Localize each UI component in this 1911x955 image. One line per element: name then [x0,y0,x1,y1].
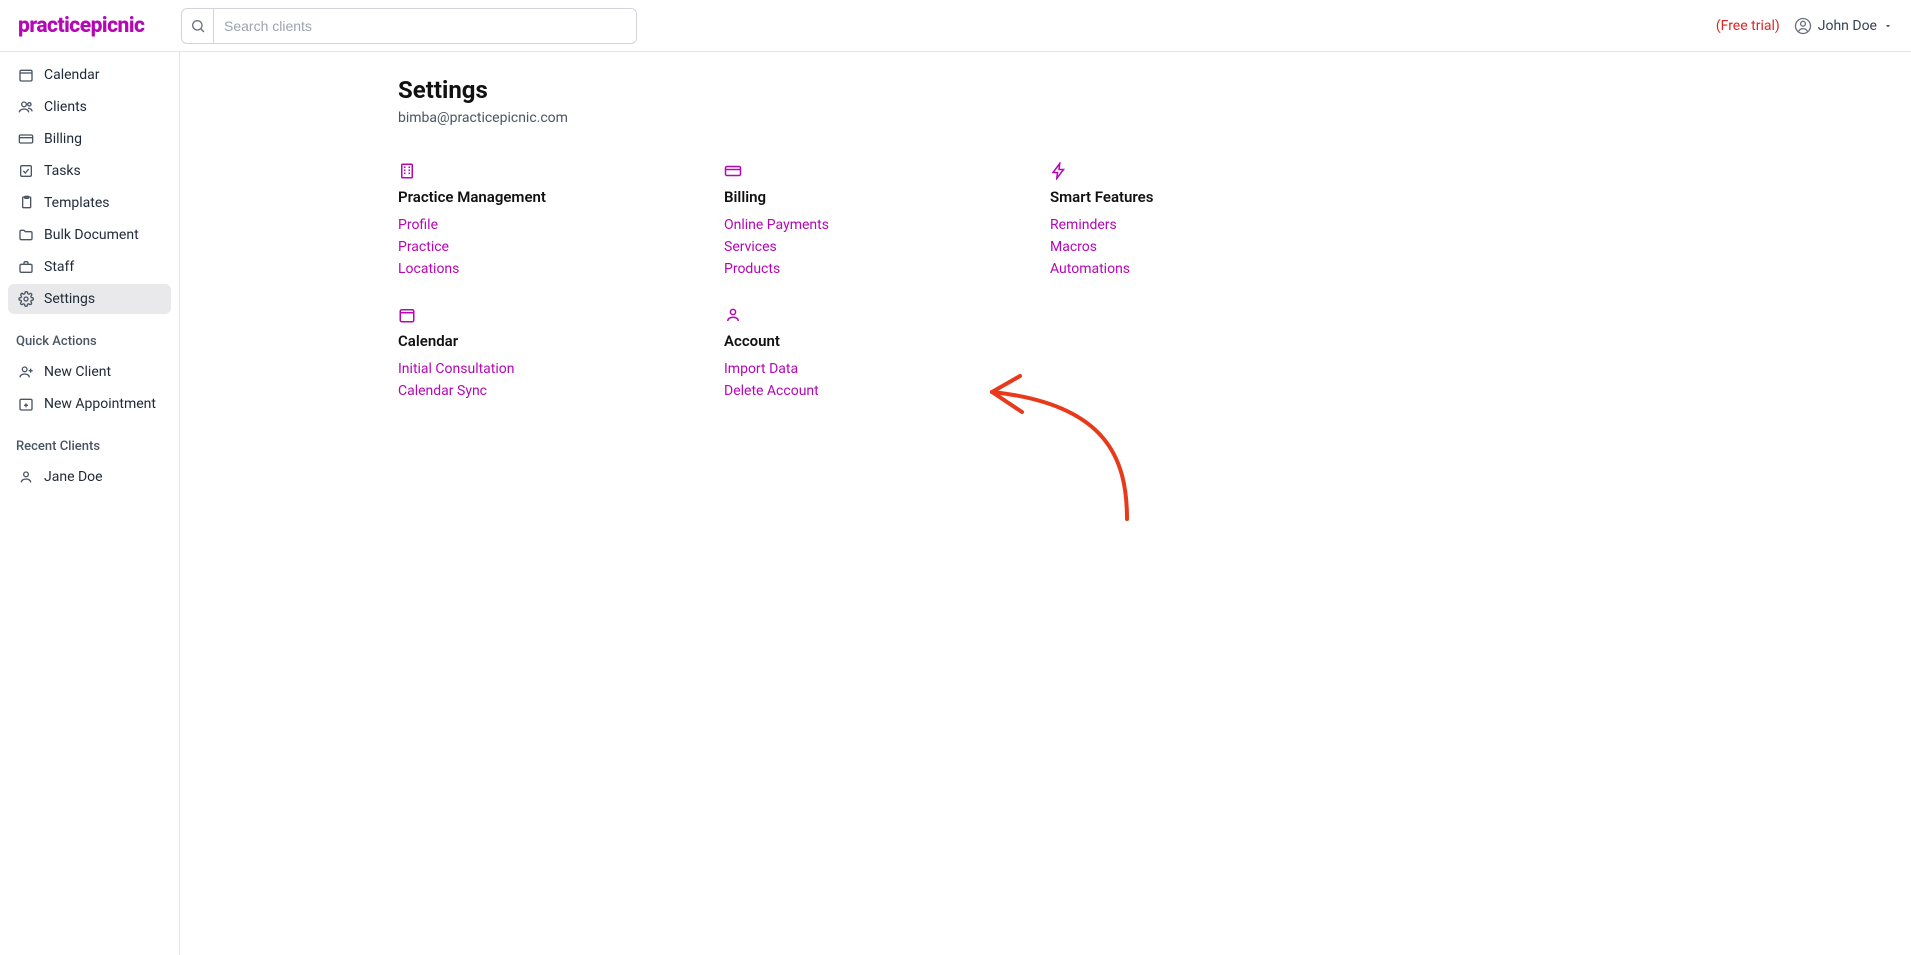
settings-link-practice[interactable]: Practice [398,236,724,258]
quick-actions-label: Quick Actions [8,316,171,355]
billing-icon [18,131,34,147]
recent-clients-label: Recent Clients [8,421,171,460]
settings-link-locations[interactable]: Locations [398,258,724,280]
sidebar: Calendar Clients Billing Tasks Templates… [0,52,180,955]
sidebar-item-bulk-document[interactable]: Bulk Document [8,220,171,250]
settings-link-automations[interactable]: Automations [1050,258,1376,280]
quick-action-new-appointment[interactable]: New Appointment [8,389,171,419]
sidebar-item-billing[interactable]: Billing [8,124,171,154]
settings-card-billing: Billing Online Payments Services Product… [724,162,1050,280]
sidebar-item-templates[interactable]: Templates [8,188,171,218]
card-title: Billing [724,188,1050,206]
card-title: Calendar [398,332,724,350]
card-title: Smart Features [1050,188,1376,206]
templates-icon [18,195,34,211]
sidebar-item-staff[interactable]: Staff [8,252,171,282]
card-title: Practice Management [398,188,724,206]
briefcase-icon [18,259,34,275]
user-name: John Doe [1818,18,1877,34]
sidebar-item-settings[interactable]: Settings [8,284,171,314]
settings-link-calendar-sync[interactable]: Calendar Sync [398,380,724,402]
settings-link-initial-consultation[interactable]: Initial Consultation [398,358,724,380]
chevron-down-icon [1883,21,1893,31]
quick-action-new-client[interactable]: New Client [8,357,171,387]
quick-action-label: New Client [44,364,111,380]
settings-link-products[interactable]: Products [724,258,1050,280]
sidebar-item-label: Billing [44,131,82,147]
settings-card-practice-management: Practice Management Profile Practice Loc… [398,162,724,280]
search-icon [182,9,214,43]
main-content: Settings bimba@practicepicnic.com Practi… [180,52,1911,955]
settings-link-import-data[interactable]: Import Data [724,358,1050,380]
recent-client-label: Jane Doe [44,469,103,485]
user-menu[interactable]: John Doe [1794,17,1893,35]
folder-icon [18,227,34,243]
person-icon [724,306,742,324]
settings-link-delete-account[interactable]: Delete Account [724,380,1050,402]
clients-icon [18,99,34,115]
brand-logo: practicepicnic [18,14,181,38]
search-box[interactable] [181,8,637,44]
lightning-icon [1050,162,1068,180]
calendar-icon [18,67,34,83]
credit-card-icon [724,162,742,180]
page-subtitle: bimba@practicepicnic.com [398,110,1498,126]
sidebar-item-label: Bulk Document [44,227,139,243]
sidebar-item-label: Clients [44,99,87,115]
user-avatar-icon [1794,17,1812,35]
calendar-icon [398,306,416,324]
recent-client-item[interactable]: Jane Doe [8,462,171,492]
trial-badge[interactable]: (Free trial) [1716,18,1780,34]
quick-action-label: New Appointment [44,396,156,412]
topbar: practicepicnic (Free trial) John Doe [0,0,1911,52]
settings-link-services[interactable]: Services [724,236,1050,258]
settings-card-smart-features: Smart Features Reminders Macros Automati… [1050,162,1376,280]
add-user-icon [18,364,34,380]
sidebar-item-label: Tasks [44,163,81,179]
sidebar-item-label: Calendar [44,67,100,83]
sidebar-item-label: Staff [44,259,74,275]
sidebar-item-label: Templates [44,195,110,211]
sidebar-item-label: Settings [44,291,95,307]
settings-card-account: Account Import Data Delete Account [724,306,1050,402]
sidebar-item-clients[interactable]: Clients [8,92,171,122]
sidebar-item-tasks[interactable]: Tasks [8,156,171,186]
search-input[interactable] [214,9,636,43]
sidebar-item-calendar[interactable]: Calendar [8,60,171,90]
settings-card-calendar: Calendar Initial Consultation Calendar S… [398,306,724,402]
settings-link-profile[interactable]: Profile [398,214,724,236]
card-title: Account [724,332,1050,350]
settings-link-macros[interactable]: Macros [1050,236,1376,258]
gear-icon [18,291,34,307]
settings-link-online-payments[interactable]: Online Payments [724,214,1050,236]
person-icon [18,469,34,485]
tasks-icon [18,163,34,179]
add-calendar-icon [18,396,34,412]
building-icon [398,162,416,180]
page-title: Settings [398,76,1498,104]
settings-link-reminders[interactable]: Reminders [1050,214,1376,236]
